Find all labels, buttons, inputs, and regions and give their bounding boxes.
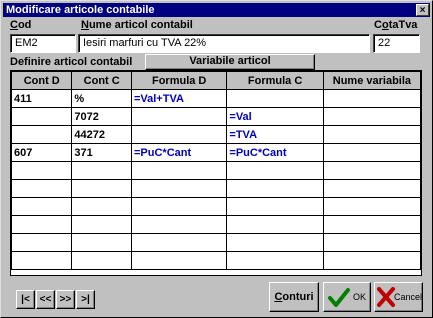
cancel-label: Cancel [394,292,423,302]
ok-button[interactable]: OK [323,282,371,312]
table-row[interactable]: 7072 =Val [10,107,422,126]
nume-label: Nume articol contabil [81,19,193,31]
table-row[interactable] [10,233,422,252]
cell-cont-c[interactable] [71,215,132,234]
next-record-button[interactable]: >> [56,290,75,309]
cancel-button[interactable]: Cancel [374,282,423,312]
cell-formula-c[interactable] [226,197,324,216]
cell-formula-d[interactable] [130,197,228,216]
first-record-button[interactable]: |< [16,290,35,309]
cell-formula-c[interactable] [226,89,324,108]
cell-cont-d[interactable] [10,197,73,216]
cell-cont-d[interactable] [10,215,73,234]
cell-nume-variabila[interactable] [322,215,422,234]
cell-formula-d[interactable] [130,251,228,270]
cell-formula-c[interactable] [226,233,324,252]
cell-cont-d[interactable] [10,233,73,252]
title-bar: Modificare articole contabile × [3,3,430,17]
header-formula-d[interactable]: Formula D [130,71,228,90]
cell-cont-c[interactable] [71,251,132,270]
cell-formula-d[interactable] [130,125,228,144]
table-row[interactable] [10,179,422,198]
cell-nume-variabila[interactable] [322,197,422,216]
cell-formula-d[interactable] [130,161,228,180]
cell-formula-d[interactable] [130,215,228,234]
checkmark-icon [328,288,350,307]
cell-formula-c[interactable]: =Val [226,107,324,126]
close-icon: × [419,5,426,16]
table-row[interactable]: 607 371 =PuC*Cant =PuC*Cant [10,143,422,162]
cell-formula-c[interactable]: =PuC*Cant [226,143,324,162]
header-cont-d[interactable]: Cont D [10,71,73,90]
cell-cont-d[interactable] [10,161,73,180]
cell-formula-d[interactable]: =Val+TVA [130,89,228,108]
table-header-row: Cont D Cont C Formula D Formula C Nume v… [10,71,422,90]
header-formula-c[interactable]: Formula C [226,71,324,90]
articole-table: Cont D Cont C Formula D Formula C Nume v… [10,71,422,270]
ok-label: OK [353,292,367,302]
last-record-button[interactable]: >| [76,290,95,309]
cell-nume-variabila[interactable] [322,251,422,270]
cell-cont-c[interactable]: 7072 [71,107,132,126]
cotatva-label: CotaTva [374,19,418,31]
close-button[interactable]: × [416,4,429,16]
dialog-window: Modificare articole contabile × Cod Nume… [0,0,433,318]
cell-cont-d[interactable] [10,179,73,198]
cell-formula-d[interactable] [130,179,228,198]
cell-formula-c[interactable] [226,215,324,234]
table-row[interactable] [10,161,422,180]
cell-nume-variabila[interactable] [322,161,422,180]
cell-cont-c[interactable] [71,179,132,198]
table-row[interactable] [10,215,422,234]
cell-cont-c[interactable] [71,197,132,216]
conturi-button[interactable]: Conturi [269,282,319,312]
cell-nume-variabila[interactable] [322,89,422,108]
cotatva-field[interactable]: 22 [373,34,420,53]
previous-record-button[interactable]: << [36,290,55,309]
cell-formula-d[interactable] [130,107,228,126]
cod-field[interactable]: EM2 [10,34,76,53]
cell-nume-variabila[interactable] [322,179,422,198]
cell-cont-c[interactable] [71,161,132,180]
cell-formula-c[interactable] [226,161,324,180]
header-nume-variabila[interactable]: Nume variabila [322,71,422,90]
cell-formula-d[interactable] [130,233,228,252]
cell-formula-c[interactable] [226,251,324,270]
cell-cont-d[interactable] [10,125,73,144]
header-cont-c[interactable]: Cont C [71,71,132,90]
table-row[interactable]: 411% =Val+TVA [10,89,422,108]
cell-cont-d[interactable]: 607 [10,143,73,162]
cell-cont-c[interactable]: % [71,89,132,108]
cell-cont-d[interactable] [10,107,73,126]
x-icon [377,287,395,307]
table-row[interactable] [10,251,422,270]
cell-nume-variabila[interactable] [322,107,422,126]
nume-field[interactable]: Iesiri marfuri cu TVA 22% [78,34,370,53]
cell-cont-c[interactable]: 44272 [71,125,132,144]
cell-nume-variabila[interactable] [322,125,422,144]
cell-cont-d[interactable] [10,251,73,270]
cell-cont-d[interactable]: 411 [10,89,73,108]
cell-formula-c[interactable] [226,179,324,198]
table-row[interactable]: 44272 =TVA [10,125,422,144]
cell-formula-c[interactable]: =TVA [226,125,324,144]
window-title: Modificare articole contabile [6,4,155,16]
articole-grid: Cont D Cont C Formula D Formula C Nume v… [10,70,422,276]
cell-cont-c[interactable]: 371 [71,143,132,162]
variabile-articol-button[interactable]: Variabile articol [145,54,315,70]
cell-nume-variabila[interactable] [322,143,422,162]
table-row[interactable] [10,197,422,216]
definire-label: Definire articol contabil [10,56,133,68]
cod-label: Cod [10,19,32,31]
cell-formula-d[interactable]: =PuC*Cant [130,143,228,162]
cell-cont-c[interactable] [71,233,132,252]
cell-nume-variabila[interactable] [322,233,422,252]
